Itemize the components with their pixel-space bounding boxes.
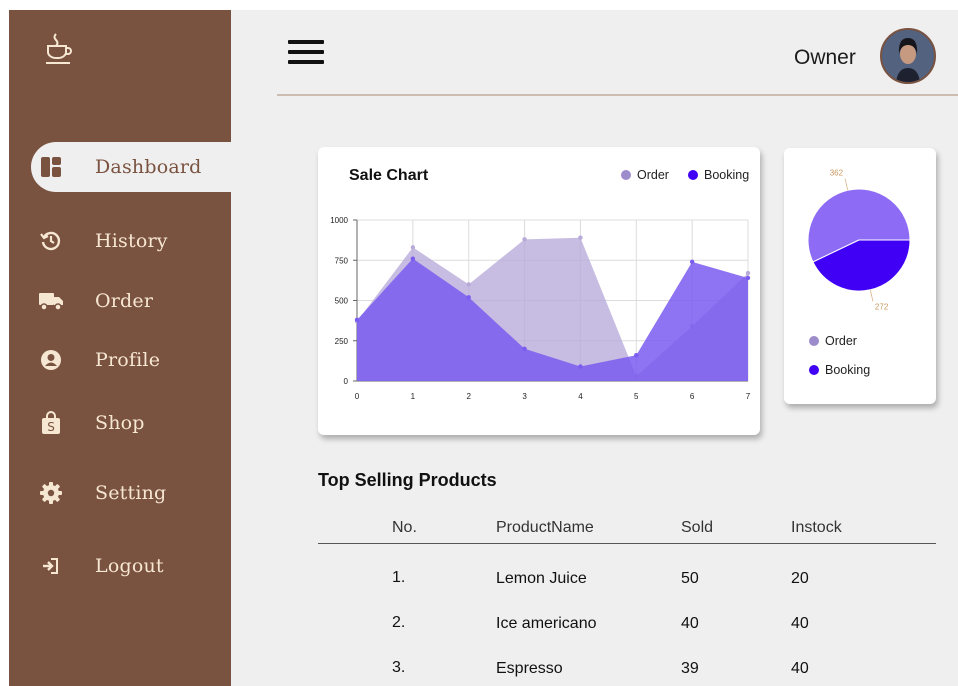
pie-chart-card: 362 272 Order Booking xyxy=(784,148,936,404)
y-tick-label: 1000 xyxy=(330,216,348,225)
legend-item-booking[interactable]: Booking xyxy=(809,363,870,377)
x-tick-label: 0 xyxy=(355,392,360,401)
user-role-label: Owner xyxy=(794,46,856,69)
shopping-bag-icon: S xyxy=(37,409,65,437)
sale-area-chart: 0 250 500 750 1000 0 1 2 3 4 5 6 7 xyxy=(330,216,751,401)
sidebar-item-history[interactable]: History xyxy=(31,216,231,266)
avatar[interactable] xyxy=(880,28,936,84)
top-selling-title: Top Selling Products xyxy=(318,470,497,490)
sidebar-item-label: Logout xyxy=(95,555,164,577)
data-point-booking xyxy=(689,259,695,265)
y-tick-label: 250 xyxy=(335,337,349,346)
legend-item-order[interactable]: Order xyxy=(809,334,857,348)
truck-icon xyxy=(37,287,65,315)
column-header-instock: Instock xyxy=(791,519,842,536)
sidebar-item-shop[interactable]: S Shop xyxy=(31,398,231,448)
sidebar-item-label: Dashboard xyxy=(95,156,202,178)
data-point-booking xyxy=(634,353,639,358)
column-header-sold: Sold xyxy=(681,519,714,536)
sidebar-item-label: Setting xyxy=(95,482,167,504)
data-point-order xyxy=(410,245,416,250)
x-tick-label: 5 xyxy=(634,392,639,401)
x-tick-label: 2 xyxy=(466,392,471,401)
dashboard-icon xyxy=(37,153,65,181)
data-point-order xyxy=(522,237,527,242)
column-header-product-name: ProductName xyxy=(496,519,594,536)
cell-sold: 50 xyxy=(681,570,699,587)
cell-no: 1. xyxy=(392,569,406,586)
cell-sold: 40 xyxy=(681,615,699,632)
data-point-booking xyxy=(522,346,527,351)
x-tick-label: 3 xyxy=(522,392,527,401)
data-point-order xyxy=(745,270,751,276)
sidebar-item-label: History xyxy=(95,230,168,252)
cell-no: 2. xyxy=(392,614,406,631)
legend-label: Booking xyxy=(825,363,871,377)
data-point-booking xyxy=(354,317,360,323)
app-frame: Dashboard History Order Profile S Shop S… xyxy=(9,10,958,686)
sidebar-item-logout[interactable]: Logout xyxy=(31,541,231,591)
cell-sold: 39 xyxy=(681,660,699,677)
cell-product-name: Ice americano xyxy=(496,615,597,632)
hamburger-menu-icon[interactable] xyxy=(288,40,324,66)
pie-label-leader xyxy=(869,289,874,302)
data-point-order xyxy=(578,235,583,240)
y-tick-label: 750 xyxy=(335,256,349,265)
pie-label-leader xyxy=(844,178,849,191)
sidebar-item-dashboard[interactable]: Dashboard xyxy=(31,142,231,192)
cell-product-name: Lemon Juice xyxy=(496,570,587,587)
coffee-cup-icon[interactable] xyxy=(43,32,73,66)
svg-text:S: S xyxy=(47,420,55,434)
sidebar-item-label: Order xyxy=(95,290,154,312)
header-divider xyxy=(277,94,958,96)
cell-product-name: Espresso xyxy=(496,660,563,677)
gear-icon xyxy=(37,479,65,507)
y-tick-label: 0 xyxy=(344,377,349,386)
sidebar-item-label: Profile xyxy=(95,349,161,371)
sidebar-item-order[interactable]: Order xyxy=(31,276,231,326)
user-circle-icon xyxy=(37,346,65,374)
history-icon xyxy=(37,227,65,255)
data-point-order xyxy=(466,282,471,287)
x-tick-label: 6 xyxy=(690,392,695,401)
x-tick-label: 1 xyxy=(411,392,416,401)
sale-chart-card: Sale Chart Order Booking 0 250 500 750 1000 0… xyxy=(318,147,760,435)
cell-instock: 40 xyxy=(791,660,809,677)
legend-label: Order xyxy=(825,334,857,348)
y-tick-label: 500 xyxy=(335,297,349,306)
sidebar-item-setting[interactable]: Setting xyxy=(31,468,231,518)
data-point-booking xyxy=(466,295,471,300)
pie-data-label: 272 xyxy=(875,302,889,311)
legend-dot xyxy=(809,336,819,346)
cell-instock: 40 xyxy=(791,615,809,632)
cell-instock: 20 xyxy=(791,570,809,587)
x-tick-label: 4 xyxy=(578,392,583,401)
data-point-booking xyxy=(745,275,751,281)
data-point-booking xyxy=(410,256,416,261)
pie-chart: 362 272 xyxy=(807,169,911,311)
sidebar: Dashboard History Order Profile S Shop S… xyxy=(9,10,231,686)
column-header-no: No. xyxy=(392,519,417,536)
legend-dot xyxy=(809,365,819,375)
cell-no: 3. xyxy=(392,659,406,676)
x-tick-label: 7 xyxy=(746,392,751,401)
pie-data-label: 362 xyxy=(830,169,844,178)
table-header-divider xyxy=(318,543,936,544)
sidebar-item-profile[interactable]: Profile xyxy=(31,335,231,385)
sidebar-item-label: Shop xyxy=(95,412,145,434)
logout-icon xyxy=(37,552,65,580)
data-point-booking xyxy=(578,364,583,369)
